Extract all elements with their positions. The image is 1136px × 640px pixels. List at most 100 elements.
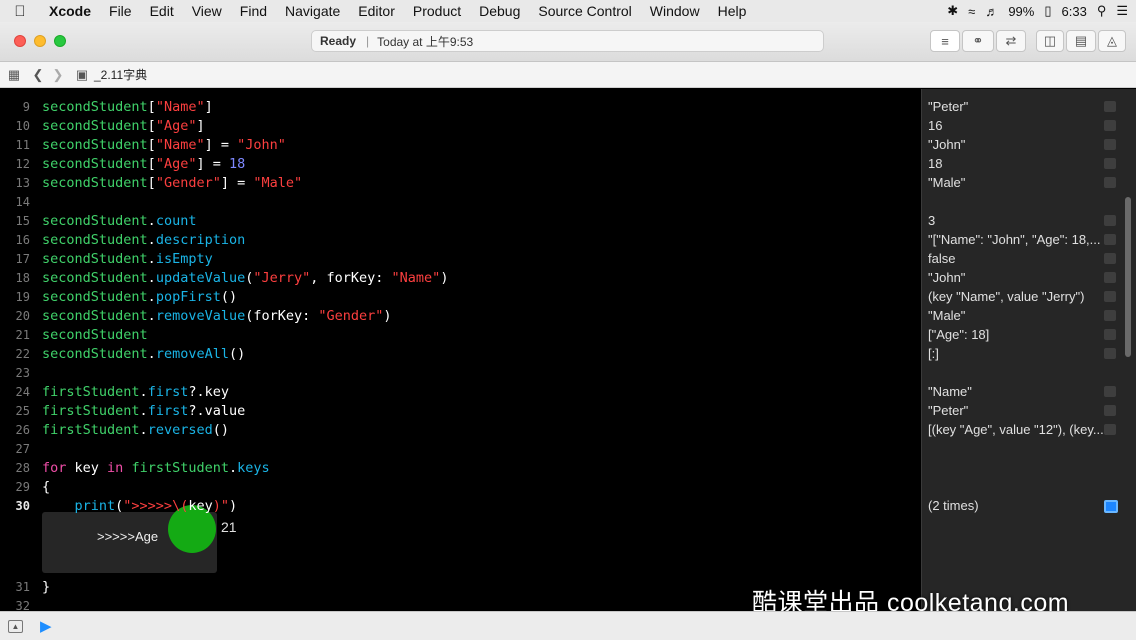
code-line[interactable]: 25 firstStudent.first?.value (0, 401, 921, 420)
code-line[interactable]: 26 firstStudent.reversed() (0, 420, 921, 439)
line-number[interactable]: 28 (0, 461, 30, 475)
menu-view[interactable]: View (183, 3, 231, 19)
result-value[interactable]: [(key "Age", value "12"), (key... (928, 420, 1108, 439)
zoom-window-button[interactable] (54, 35, 66, 47)
quick-look-toggle-button[interactable] (1104, 272, 1116, 283)
code-line[interactable]: 20 secondStudent.removeValue(forKey: "Gen… (0, 306, 921, 325)
quick-look-toggle-button[interactable] (1104, 405, 1116, 416)
quick-look-toggle-button[interactable] (1104, 253, 1116, 264)
quick-look-toggle-button[interactable] (1104, 310, 1116, 321)
apple-icon[interactable]:  (0, 3, 40, 20)
line-number[interactable]: 20 (0, 309, 30, 323)
quick-look-toggle-button[interactable] (1104, 120, 1116, 131)
line-number[interactable]: 26 (0, 423, 30, 437)
clock[interactable]: 6:33 (1062, 4, 1087, 19)
toggle-debug-area-button[interactable]: ▤ (1066, 30, 1096, 52)
code-text[interactable]: secondStudent.removeValue(forKey: "Gende… (42, 308, 392, 324)
code-line[interactable]: 21 secondStudent (0, 325, 921, 344)
wifi-icon[interactable]: ≈ (968, 4, 975, 19)
menu-navigate[interactable]: Navigate (276, 3, 349, 19)
line-number[interactable]: 21 (0, 328, 30, 342)
result-value[interactable]: "Male" (928, 306, 1108, 325)
code-text[interactable]: for key in firstStudent.keys (42, 460, 270, 476)
menu-edit[interactable]: Edit (141, 3, 183, 19)
quick-look-toggle-button[interactable] (1104, 177, 1116, 188)
code-line[interactable]: 22 secondStudent.removeAll() (0, 344, 921, 363)
line-number[interactable]: 24 (0, 385, 30, 399)
line-number[interactable]: 31 (0, 580, 30, 594)
code-text[interactable]: secondStudent["Gender"] = "Male" (42, 175, 302, 191)
quick-look-toggle-button[interactable] (1104, 101, 1116, 112)
assistant-editor-button[interactable]: ⚭ (962, 30, 994, 52)
line-number[interactable]: 16 (0, 233, 30, 247)
quick-look-toggle-button[interactable] (1104, 291, 1116, 302)
line-number[interactable]: 11 (0, 138, 30, 152)
code-text[interactable]: secondStudent.isEmpty (42, 251, 213, 267)
code-line[interactable]: 13 secondStudent["Gender"] = "Male" (0, 173, 921, 192)
code-line[interactable]: 11 secondStudent["Name"] = "John" (0, 135, 921, 154)
line-number[interactable]: 18 (0, 271, 30, 285)
menu-source-control[interactable]: Source Control (529, 3, 640, 19)
code-text[interactable]: print(">>>>>\(key)") (42, 498, 238, 514)
line-number[interactable]: 12 (0, 157, 30, 171)
code-text[interactable]: firstStudent.first?.value (42, 403, 245, 419)
breadcrumb-file[interactable]: _2.11字典 (94, 66, 147, 83)
result-value[interactable]: "Name" (928, 382, 1108, 401)
code-text[interactable]: secondStudent["Name"] = "John" (42, 137, 286, 153)
code-line[interactable]: 9 secondStudent["Name"] (0, 97, 921, 116)
line-number[interactable]: 9 (0, 100, 30, 114)
code-editor[interactable]: >>>>>Age 21 9 secondStudent["Name"] 10 seco… (0, 89, 921, 613)
code-line[interactable]: 18 secondStudent.updateValue("Jerry", for… (0, 268, 921, 287)
run-playground-icon[interactable]: ▶ (40, 617, 52, 635)
quick-look-toggle-button[interactable] (1104, 424, 1116, 435)
related-items-grid-icon[interactable]: ▦ (4, 67, 24, 83)
code-text[interactable]: } (42, 579, 50, 595)
code-text[interactable]: secondStudent.updateValue("Jerry", forKe… (42, 270, 448, 286)
code-text[interactable]: secondStudent["Name"] (42, 99, 213, 115)
code-line[interactable]: 10 secondStudent["Age"] (0, 116, 921, 135)
result-value[interactable]: "Peter" (928, 97, 1108, 116)
minimize-window-button[interactable] (34, 35, 46, 47)
line-number[interactable]: 10 (0, 119, 30, 133)
line-number[interactable]: 13 (0, 176, 30, 190)
code-line[interactable]: 14 (0, 192, 921, 211)
code-line[interactable]: 30 print(">>>>>\(key)") (0, 496, 921, 515)
quick-look-toggle-button[interactable] (1104, 215, 1116, 226)
spotlight-search-icon[interactable]: ⚲ (1097, 3, 1107, 19)
code-line[interactable]: 29 { (0, 477, 921, 496)
line-number[interactable]: 27 (0, 442, 30, 456)
line-number[interactable]: 30 (0, 499, 30, 513)
code-text[interactable]: secondStudent.description (42, 232, 245, 248)
quick-look-toggle-button[interactable] (1104, 348, 1116, 359)
line-number[interactable]: 22 (0, 347, 30, 361)
version-editor-button[interactable]: ⇄ (996, 30, 1026, 52)
notification-center-icon[interactable]: ☰ (1116, 3, 1128, 19)
close-window-button[interactable] (14, 35, 26, 47)
menu-find[interactable]: Find (231, 3, 276, 19)
line-number[interactable]: 19 (0, 290, 30, 304)
line-number[interactable]: 29 (0, 480, 30, 494)
quick-look-toggle-button[interactable] (1104, 158, 1116, 169)
code-text[interactable]: firstStudent.reversed() (42, 422, 229, 438)
standard-editor-button[interactable]: ≡ (930, 30, 960, 52)
result-value[interactable]: 18 (928, 154, 1108, 173)
quick-look-toggle-button[interactable] (1104, 139, 1116, 150)
result-value[interactable]: "Peter" (928, 401, 1108, 420)
toggle-utilities-button[interactable]: ◬ (1098, 30, 1126, 52)
code-line[interactable]: 28 for key in firstStudent.keys (0, 458, 921, 477)
menu-window[interactable]: Window (641, 3, 709, 19)
code-text[interactable]: { (42, 479, 50, 495)
result-value[interactable]: "Male" (928, 173, 1108, 192)
code-line[interactable]: 17 secondStudent.isEmpty (0, 249, 921, 268)
forward-chevron-icon[interactable]: ❯ (48, 67, 68, 83)
code-text[interactable]: secondStudent.count (42, 213, 196, 229)
line-number[interactable]: 15 (0, 214, 30, 228)
quick-look-toggle-button[interactable] (1104, 386, 1116, 397)
volume-icon[interactable]: ♬ (985, 4, 998, 19)
code-line[interactable]: 27 (0, 439, 921, 458)
quick-look-toggle-button[interactable] (1104, 500, 1118, 513)
line-number[interactable]: 17 (0, 252, 30, 266)
line-number[interactable]: 14 (0, 195, 30, 209)
hide-debug-area-icon[interactable]: ▲ (8, 620, 23, 633)
result-value[interactable]: "["Name": "John", "Age": 18,... (928, 230, 1108, 249)
